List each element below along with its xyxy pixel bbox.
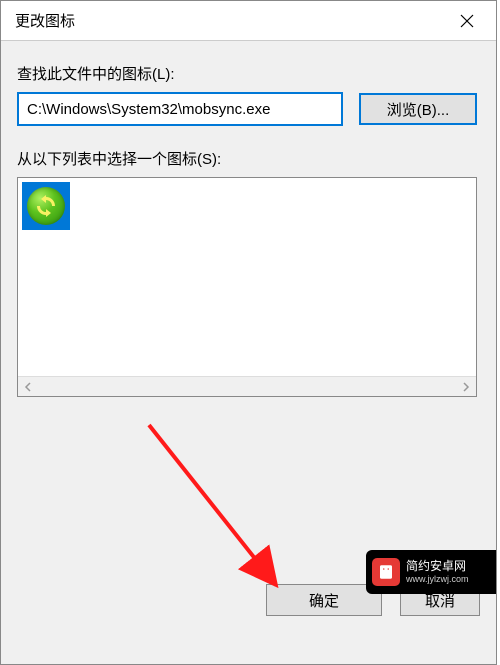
ok-button[interactable]: 确定: [266, 584, 382, 616]
close-icon: [460, 14, 474, 28]
look-in-label: 查找此文件中的图标(L):: [17, 63, 480, 84]
scroll-right-icon[interactable]: [456, 377, 476, 397]
browse-button[interactable]: 浏览(B)...: [359, 93, 477, 125]
watermark: 简约安卓网 www.jylzwj.com: [366, 550, 496, 594]
scroll-left-icon[interactable]: [18, 377, 38, 397]
sync-icon: [27, 187, 65, 225]
dialog-title: 更改图标: [15, 10, 75, 31]
path-row: 浏览(B)...: [17, 92, 480, 126]
titlebar: 更改图标: [1, 1, 496, 41]
annotation-arrow-icon: [141, 417, 301, 607]
dialog-content: 查找此文件中的图标(L): 浏览(B)... 从以下列表中选择一个图标(S):: [1, 41, 496, 397]
watermark-title: 简约安卓网: [406, 559, 469, 573]
change-icon-dialog: 更改图标 查找此文件中的图标(L): 浏览(B)... 从以下列表中选择一个图标…: [0, 0, 497, 665]
select-from-label: 从以下列表中选择一个图标(S):: [17, 148, 480, 169]
horizontal-scrollbar[interactable]: [18, 376, 476, 396]
watermark-url: www.jylzwj.com: [406, 574, 469, 585]
path-input[interactable]: [17, 92, 343, 126]
sync-arrows-icon: [34, 194, 58, 218]
icon-list[interactable]: [17, 177, 477, 397]
icon-item-sync[interactable]: [22, 182, 70, 230]
close-button[interactable]: [438, 2, 496, 40]
watermark-text: 简约安卓网 www.jylzwj.com: [406, 559, 469, 584]
watermark-logo-icon: [372, 558, 400, 586]
